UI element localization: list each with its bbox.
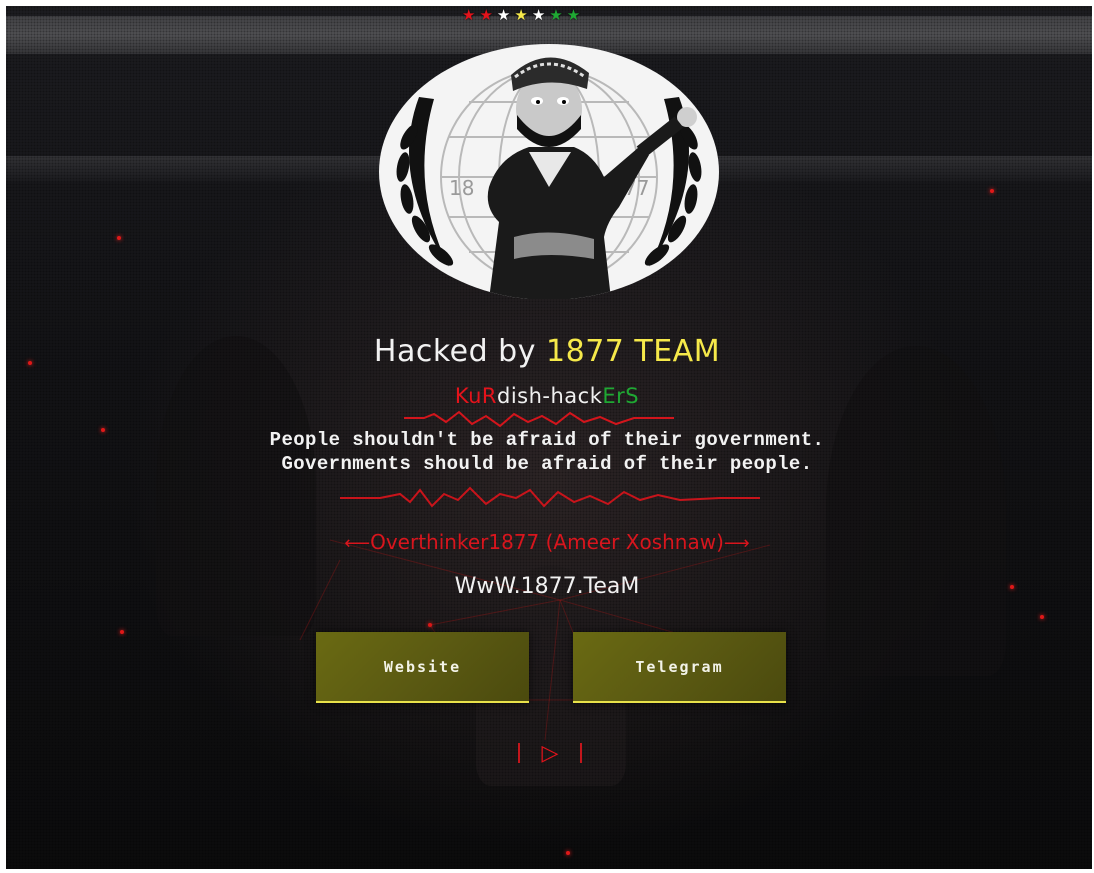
star-icon: ★ — [514, 6, 528, 24]
svg-text:18: 18 — [449, 176, 474, 200]
author-name: Overthinker1877 (Ameer Xoshnaw) — [370, 530, 724, 554]
particle-dot — [117, 236, 121, 240]
particle-dot — [990, 189, 994, 193]
star-icon: ★ — [549, 6, 563, 24]
star-icon: ★ — [496, 6, 511, 24]
site-url-text: WwW.1877.TeaM — [454, 574, 640, 599]
telegram-button[interactable]: Telegram — [573, 632, 786, 703]
website-button[interactable]: Website — [316, 632, 529, 703]
quote-line-2: Governments should be afraid of their pe… — [281, 453, 813, 475]
heartbeat-divider — [404, 410, 674, 428]
arrow-left-icon: ⟵ — [344, 533, 371, 554]
particle-dot — [428, 623, 432, 627]
star-icon: ★ — [479, 6, 493, 24]
particle-dot — [1040, 615, 1044, 619]
player-bar-right — [579, 743, 582, 763]
star-icon: ★ — [531, 6, 546, 24]
particle-dot — [120, 630, 124, 634]
star-icon: ★ — [566, 6, 581, 24]
audio-player[interactable]: ▷ — [518, 740, 582, 766]
flag-stars: ★ ★ ★ ★ ★ ★ ★ — [462, 6, 580, 24]
play-icon[interactable]: ▷ — [542, 741, 559, 766]
team-emblem-logo: 18 77 — [379, 44, 719, 299]
arrow-right-icon: ⟶ — [723, 533, 750, 554]
heartbeat-divider — [340, 486, 760, 508]
particle-dot — [566, 851, 570, 855]
star-icon: ★ — [462, 6, 476, 24]
title-team-name: 1877 TEAM — [546, 334, 721, 369]
page-title: Hacked by 1877 TEAM — [0, 334, 1094, 369]
player-bar-left — [518, 743, 520, 763]
quote-line-1: People shouldn't be afraid of their gove… — [269, 429, 825, 451]
title-prefix: Hacked by — [373, 334, 547, 369]
author-credit: ⟵Overthinker1877 (Ameer Xoshnaw)⟶ — [0, 530, 1094, 554]
